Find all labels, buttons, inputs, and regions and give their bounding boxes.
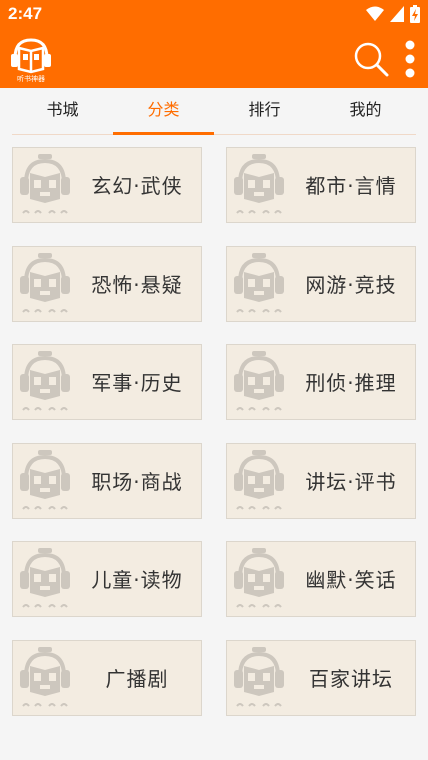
- mascot-placeholder-icon: [234, 548, 284, 608]
- category-label: 玄幻·武侠: [91, 174, 183, 198]
- status-bar: 2:47: [0, 0, 428, 30]
- category-card[interactable]: 都市·言情: [226, 147, 416, 223]
- mascot-placeholder-icon: [234, 253, 284, 313]
- category-label: 军事·历史: [91, 371, 183, 395]
- category-label: 广播剧: [105, 667, 169, 691]
- category-card[interactable]: 恐怖·悬疑: [12, 246, 202, 322]
- mascot-placeholder-icon: [20, 154, 70, 214]
- category-card[interactable]: 网游·竞技: [226, 246, 416, 322]
- category-label: 刑侦·推理: [305, 371, 397, 395]
- category-card[interactable]: 刑侦·推理: [226, 344, 416, 420]
- battery-icon: [410, 5, 420, 23]
- search-button[interactable]: [352, 40, 390, 78]
- wifi-icon: [366, 6, 384, 21]
- status-time: 2:47: [8, 4, 43, 23]
- status-icons: [366, 5, 420, 23]
- category-label: 都市·言情: [305, 174, 397, 198]
- tab-ranking[interactable]: 排行: [214, 88, 315, 134]
- book-headphones-logo-icon: [11, 38, 51, 74]
- category-label: 百家讲坛: [309, 667, 393, 691]
- app-logo: 听书神器: [8, 36, 54, 83]
- mascot-placeholder-icon: [234, 351, 284, 411]
- category-label: 幽默·笑话: [305, 568, 397, 592]
- search-icon: [354, 42, 389, 77]
- more-vert-icon: [405, 40, 415, 78]
- mascot-placeholder-icon: [20, 647, 70, 707]
- mascot-placeholder-icon: [234, 450, 284, 510]
- category-card[interactable]: 军事·历史: [12, 344, 202, 420]
- category-card[interactable]: 幽默·笑话: [226, 541, 416, 617]
- category-card[interactable]: 讲坛·评书: [226, 443, 416, 519]
- category-card[interactable]: 百家讲坛: [226, 640, 416, 716]
- app-bar: 听书神器: [0, 30, 428, 88]
- category-label: 网游·竞技: [305, 273, 397, 297]
- logo-text: 听书神器: [17, 75, 45, 83]
- signal-icon: [390, 6, 404, 22]
- category-card[interactable]: 广播剧: [12, 640, 202, 716]
- category-label: 讲坛·评书: [305, 470, 397, 494]
- category-label: 儿童·读物: [91, 568, 183, 592]
- mascot-placeholder-icon: [20, 548, 70, 608]
- category-label: 职场·商战: [91, 470, 183, 494]
- mascot-placeholder-icon: [234, 154, 284, 214]
- tab-mine[interactable]: 我的: [315, 88, 416, 134]
- category-card[interactable]: 儿童·读物: [12, 541, 202, 617]
- category-card[interactable]: 玄幻·武侠: [12, 147, 202, 223]
- tab-bar: 书城 分类 排行 我的: [12, 88, 416, 135]
- mascot-placeholder-icon: [20, 351, 70, 411]
- mascot-placeholder-icon: [234, 647, 284, 707]
- mascot-placeholder-icon: [20, 450, 70, 510]
- tab-bookstore[interactable]: 书城: [12, 88, 113, 134]
- tab-category[interactable]: 分类: [113, 88, 214, 135]
- category-card[interactable]: 职场·商战: [12, 443, 202, 519]
- more-options-button[interactable]: [398, 40, 422, 78]
- mascot-placeholder-icon: [20, 253, 70, 313]
- category-label: 恐怖·悬疑: [91, 273, 183, 297]
